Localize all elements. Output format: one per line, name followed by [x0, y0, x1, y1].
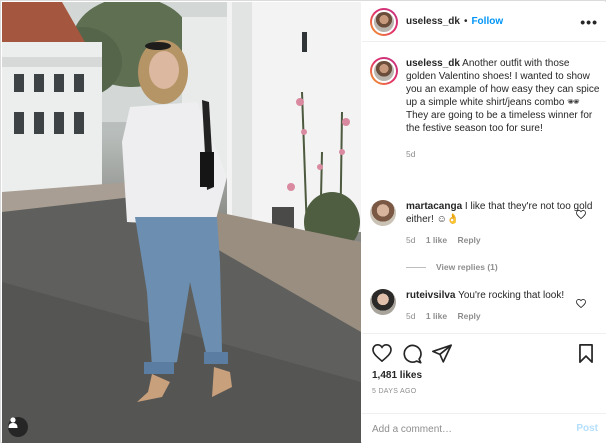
heart-icon[interactable] — [576, 210, 586, 219]
comment-username[interactable]: ruteivsilva — [406, 290, 455, 301]
more-icon[interactable]: ••• — [580, 14, 598, 30]
post-header: useless_dk • Follow ••• — [362, 2, 606, 42]
user-tag-icon[interactable] — [8, 417, 28, 437]
action-icons — [372, 344, 452, 364]
bookmark-icon[interactable] — [578, 344, 594, 363]
caption-avatar[interactable] — [370, 57, 398, 85]
post-dialog: useless_dk • Follow ••• useless_dk Anoth… — [0, 0, 606, 443]
likes-count[interactable]: 1,481 likes — [372, 370, 422, 381]
separator-dot: • — [463, 16, 468, 27]
commenter-avatar[interactable] — [370, 200, 396, 226]
author-username[interactable]: useless_dk — [406, 16, 460, 27]
comment-meta: 5d 1 like Reply — [406, 311, 600, 321]
add-comment-bar: Post — [362, 413, 606, 443]
share-icon[interactable] — [432, 344, 452, 363]
post-actions: 1,481 likes 5 DAYS AGO — [362, 333, 606, 413]
post-timestamp: 5 DAYS AGO — [372, 388, 417, 395]
caption-body: useless_dk Another outfit with those gol… — [406, 57, 600, 135]
reply-button[interactable]: Reply — [458, 235, 481, 245]
view-replies-label: View replies (1) — [436, 262, 498, 272]
caption-username[interactable]: useless_dk — [406, 58, 460, 69]
commenter-avatar[interactable] — [370, 289, 396, 315]
comment-likes[interactable]: 1 like — [426, 235, 447, 245]
comments-list[interactable]: useless_dk Another outfit with those gol… — [362, 43, 606, 331]
post-button[interactable]: Post — [576, 423, 598, 434]
follow-button[interactable]: Follow — [471, 16, 503, 27]
view-replies-button[interactable]: View replies (1) — [406, 262, 498, 272]
post-sidebar: useless_dk • Follow ••• useless_dk Anoth… — [362, 2, 606, 443]
comment-age: 5d — [406, 235, 416, 245]
heart-icon[interactable] — [576, 299, 586, 308]
comment-age: 5d — [406, 311, 416, 321]
author-avatar[interactable] — [370, 7, 398, 36]
comment-item: martacanga I like that they're not too g… — [370, 200, 600, 245]
comment-meta: 5d 1 like Reply — [406, 235, 600, 245]
caption: useless_dk Another outfit with those gol… — [370, 57, 600, 159]
comment-input[interactable] — [372, 421, 562, 437]
reply-button[interactable]: Reply — [458, 311, 481, 321]
comment-body: martacanga I like that they're not too g… — [406, 200, 600, 226]
comment-likes[interactable]: 1 like — [426, 311, 447, 321]
comment-username[interactable]: martacanga — [406, 201, 462, 212]
comment-icon[interactable] — [402, 344, 422, 364]
comment-body: ruteivsilva You're rocking that look! — [406, 289, 600, 302]
comment-text: You're rocking that look! — [458, 290, 565, 301]
heart-icon[interactable] — [372, 344, 392, 362]
comment-item: ruteivsilva You're rocking that look! 5d… — [370, 289, 600, 321]
photo-illustration — [2, 2, 361, 443]
caption-age: 5d — [406, 149, 416, 159]
replies-line — [406, 266, 426, 268]
post-photo[interactable] — [2, 2, 361, 443]
caption-text: Another outfit with those golden Valenti… — [406, 58, 600, 134]
